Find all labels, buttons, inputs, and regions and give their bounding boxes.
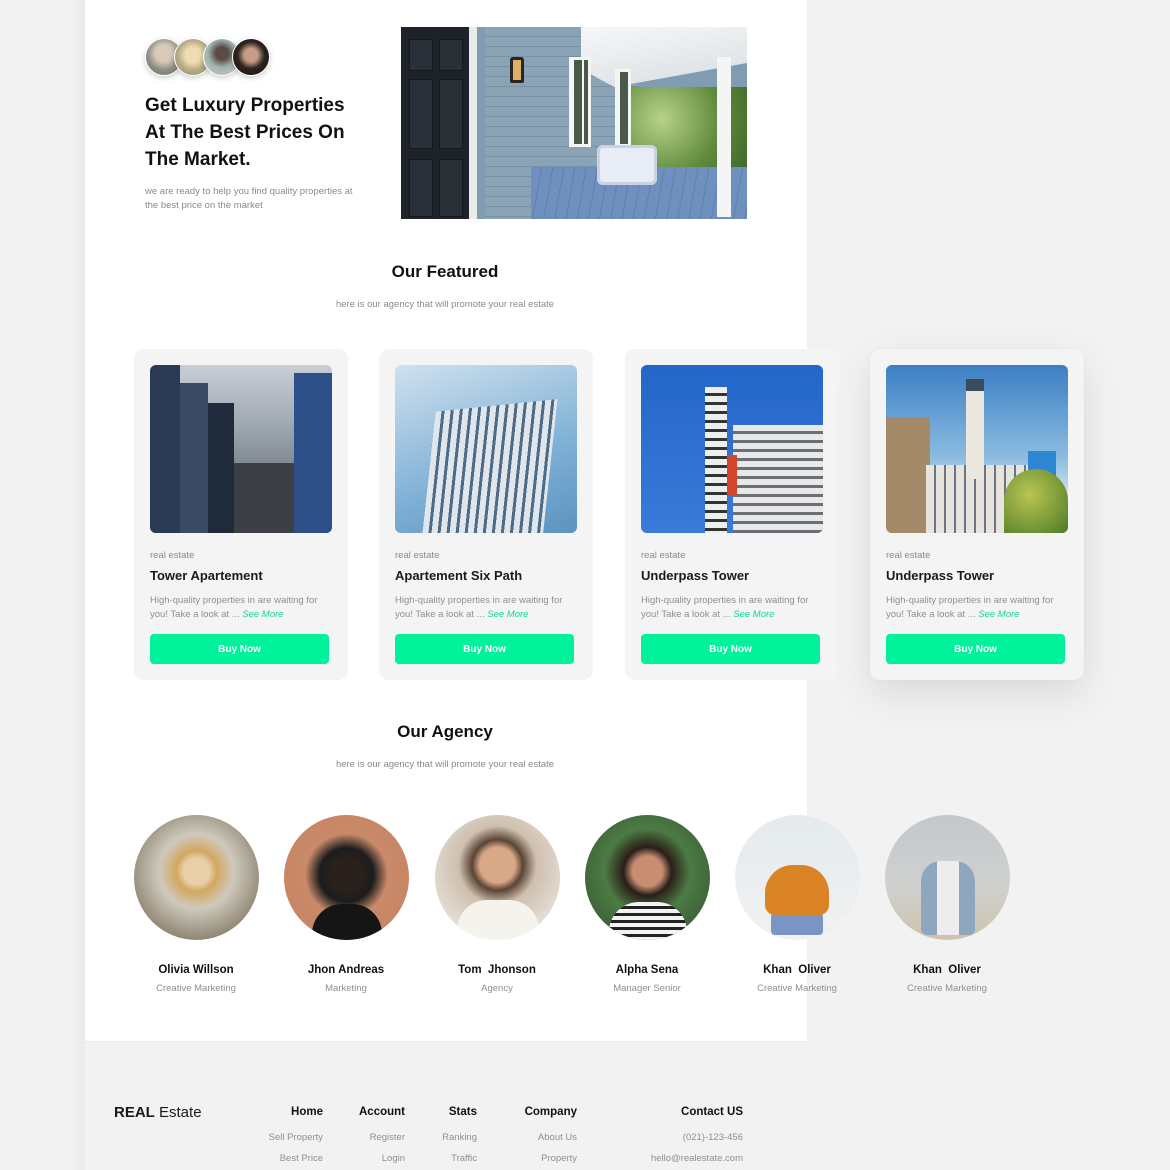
agent-role: Marketing	[325, 983, 367, 994]
property-card[interactable]: real estate Underpass Tower High-quality…	[625, 349, 839, 680]
avatar	[232, 38, 270, 76]
footer-link[interactable]: Login	[335, 1148, 405, 1169]
footer-column-contact: Contact US (021)-123-456 hello@realestat…	[610, 1106, 743, 1169]
property-image	[150, 365, 332, 533]
card-description-text: High-quality properties in are waiting f…	[641, 595, 809, 620]
card-description-text: High-quality properties in are waiting f…	[395, 595, 563, 620]
featured-subtitle: here is our agency that will promote you…	[335, 299, 555, 310]
buy-now-button[interactable]: Buy Now	[641, 634, 820, 664]
property-image	[641, 365, 823, 533]
agent-photo	[283, 815, 409, 940]
card-category: real estate	[641, 550, 686, 561]
footer-heading[interactable]: Account	[335, 1106, 405, 1118]
see-more-link[interactable]: See More	[733, 609, 774, 620]
agent-card[interactable]: Alpha Sena Manager Senior	[584, 815, 710, 994]
card-description: High-quality properties in are waiting f…	[395, 594, 581, 622]
card-title: Tower Apartement	[150, 568, 263, 583]
agent-photo	[884, 815, 1010, 940]
footer-column-stats: Stats Ranking Traffic	[425, 1106, 477, 1169]
hero-title: Get Luxury Properties At The Best Prices…	[145, 95, 345, 170]
card-description-text: High-quality properties in are waiting f…	[886, 595, 1054, 620]
customer-avatars	[145, 38, 270, 78]
footer-link[interactable]: Register	[335, 1127, 405, 1148]
footer-logo[interactable]: REAL Estate	[114, 1104, 202, 1121]
logo-rest: Estate	[154, 1104, 202, 1121]
agent-name: Olivia Willson	[158, 964, 234, 976]
hero-porch-photo	[401, 27, 747, 219]
card-description: High-quality properties in are waiting f…	[641, 594, 827, 622]
agent-role: Manager Senior	[613, 983, 681, 994]
agent-name: Khan Oliver	[763, 964, 831, 976]
agent-photo	[133, 815, 259, 940]
footer-link[interactable]: Ranking	[425, 1127, 477, 1148]
footer-column-account: Account Register Login	[335, 1106, 405, 1169]
see-more-link[interactable]: See More	[487, 609, 528, 620]
footer-link[interactable]: Best Price	[240, 1148, 323, 1169]
agent-photo	[734, 815, 860, 940]
agency-title: Our Agency	[397, 722, 493, 741]
footer-heading[interactable]: Company	[500, 1106, 577, 1118]
agent-card[interactable]: Khan Oliver Creative Marketing	[734, 815, 860, 994]
agent-card[interactable]: Tom Jhonson Agency	[434, 815, 560, 994]
footer-heading[interactable]: Home	[240, 1106, 323, 1118]
agent-role: Creative Marketing	[907, 983, 987, 994]
footer-column-home: Home Sell Property Best Price	[240, 1106, 323, 1169]
property-image	[886, 365, 1068, 533]
see-more-link[interactable]: See More	[978, 609, 1019, 620]
contact-phone[interactable]: (021)-123-456	[610, 1127, 743, 1148]
agent-name: Khan Oliver	[913, 964, 981, 976]
hero-subtitle: we are ready to help you find quality pr…	[145, 186, 353, 211]
agent-name: Jhon Andreas	[307, 964, 385, 976]
featured-title: Our Featured	[391, 262, 499, 281]
card-description: High-quality properties in are waiting f…	[150, 594, 336, 622]
agent-photo	[434, 815, 560, 940]
agent-photo	[584, 815, 710, 940]
page-shadow	[70, 0, 85, 1170]
agent-role: Creative Marketing	[757, 983, 837, 994]
contact-email[interactable]: hello@realestate.com	[610, 1148, 743, 1169]
footer-heading[interactable]: Stats	[425, 1106, 477, 1118]
footer-link[interactable]: Sell Property	[240, 1127, 323, 1148]
footer-column-company: Company About Us Property	[500, 1106, 577, 1169]
card-category: real estate	[395, 550, 440, 561]
property-card[interactable]: real estate Tower Apartement High-qualit…	[134, 349, 348, 680]
footer-link[interactable]: Traffic	[425, 1148, 477, 1169]
agent-card[interactable]: Jhon Andreas Marketing	[283, 815, 409, 994]
agent-card[interactable]: Olivia Willson Creative Marketing	[133, 815, 259, 994]
property-card-highlighted[interactable]: real estate Underpass Tower High-quality…	[870, 349, 1084, 680]
agent-role: Agency	[481, 983, 513, 994]
logo-bold: REAL	[114, 1104, 155, 1121]
card-description-text: High-quality properties in are waiting f…	[150, 595, 318, 620]
card-description: High-quality properties in are waiting f…	[886, 594, 1072, 622]
agent-name: Tom Jhonson	[458, 964, 536, 976]
buy-now-button[interactable]: Buy Now	[395, 634, 574, 664]
buy-now-button[interactable]: Buy Now	[150, 634, 329, 664]
lamp-icon	[510, 57, 524, 83]
agent-card[interactable]: Khan Oliver Creative Marketing	[884, 815, 1010, 994]
footer-heading: Contact US	[681, 1106, 743, 1118]
agent-role: Creative Marketing	[156, 983, 236, 994]
buy-now-button[interactable]: Buy Now	[886, 634, 1065, 664]
see-more-link[interactable]: See More	[242, 609, 283, 620]
card-title: Underpass Tower	[886, 568, 995, 583]
footer-link[interactable]: Property	[500, 1148, 577, 1169]
card-category: real estate	[150, 550, 195, 561]
property-card[interactable]: real estate Apartement Six Path High-qua…	[379, 349, 593, 680]
card-category: real estate	[886, 550, 931, 561]
card-title: Underpass Tower	[641, 568, 750, 583]
property-image	[395, 365, 577, 533]
agency-subtitle: here is our agency that will promote you…	[335, 759, 555, 770]
agent-name: Alpha Sena	[615, 964, 679, 976]
footer-link[interactable]: About Us	[500, 1127, 577, 1148]
card-title: Apartement Six Path	[395, 568, 523, 583]
